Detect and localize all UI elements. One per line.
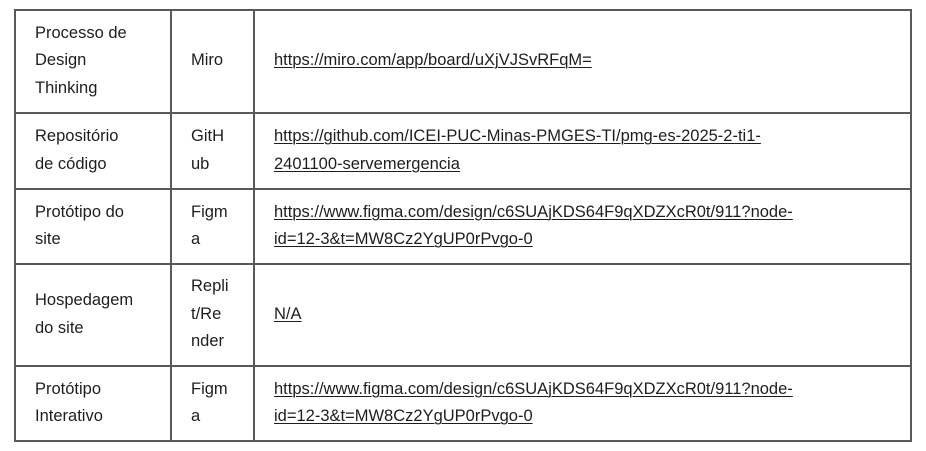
table-row: Processo de Design Thinking Miro https:/… bbox=[14, 9, 912, 114]
artifact-name-cell: Repositório de código bbox=[14, 112, 172, 190]
artifact-name: Hospedagem do site bbox=[35, 291, 134, 337]
table-row: Protótipo Interativo Figm a https://www.… bbox=[14, 365, 912, 442]
resource-link[interactable]: https://github.com/ICEI-PUC-Minas-PMGES-… bbox=[274, 123, 899, 178]
resource-link[interactable]: https://www.figma.com/design/c6SUAjKDS64… bbox=[274, 376, 899, 431]
tool-name-cell: Repli t/Re nder bbox=[170, 263, 255, 367]
tool-name: Miro bbox=[191, 51, 224, 70]
resource-link[interactable]: https://www.figma.com/design/c6SUAjKDS64… bbox=[274, 199, 899, 254]
link-cell: N/A bbox=[253, 263, 912, 367]
tool-name: GitH ub bbox=[191, 127, 224, 173]
tool-name-cell: Miro bbox=[170, 9, 255, 114]
link-cell: https://www.figma.com/design/c6SUAjKDS64… bbox=[253, 188, 912, 265]
artifact-name-cell: Protótipo Interativo bbox=[14, 365, 172, 442]
link-cell: https://www.figma.com/design/c6SUAjKDS64… bbox=[253, 365, 912, 442]
artifact-name: Processo de Design Thinking bbox=[35, 23, 127, 97]
tool-name: Figm a bbox=[191, 379, 228, 426]
resource-link[interactable]: N/A bbox=[274, 301, 899, 329]
tool-name: Repli t/Re nder bbox=[191, 277, 229, 351]
tools-table: Processo de Design Thinking Miro https:/… bbox=[14, 9, 912, 442]
table-row: Protótipo do site Figm a https://www.fig… bbox=[14, 188, 912, 265]
artifact-name: Repositório de código bbox=[35, 127, 119, 173]
artifact-name: Protótipo Interativo bbox=[35, 379, 103, 426]
link-cell: https://miro.com/app/board/uXjVJSvRFqM= bbox=[253, 9, 912, 114]
artifact-name-cell: Processo de Design Thinking bbox=[14, 9, 172, 114]
table-row: Hospedagem do site Repli t/Re nder N/A bbox=[14, 263, 912, 367]
tool-name-cell: Figm a bbox=[170, 188, 255, 265]
tool-name-cell: GitH ub bbox=[170, 112, 255, 190]
resource-link[interactable]: https://miro.com/app/board/uXjVJSvRFqM= bbox=[274, 47, 899, 75]
artifact-name: Protótipo do site bbox=[35, 202, 124, 249]
tool-name-cell: Figm a bbox=[170, 365, 255, 442]
table-row: Repositório de código GitH ub https://gi… bbox=[14, 112, 912, 190]
tool-name: Figm a bbox=[191, 202, 228, 249]
artifact-name-cell: Protótipo do site bbox=[14, 188, 172, 265]
link-cell: https://github.com/ICEI-PUC-Minas-PMGES-… bbox=[253, 112, 912, 190]
artifact-name-cell: Hospedagem do site bbox=[14, 263, 172, 367]
